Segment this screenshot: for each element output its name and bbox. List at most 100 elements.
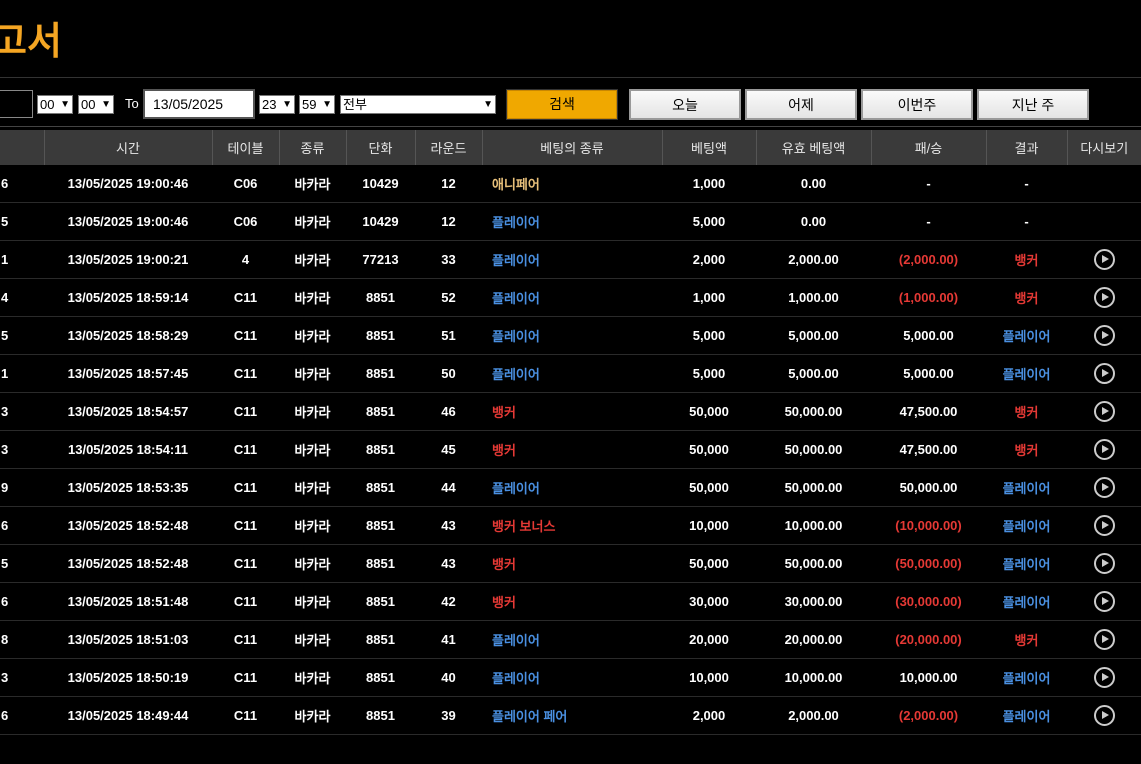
row-id-cell: 6 <box>0 582 44 621</box>
round-cell: 46 <box>415 392 482 431</box>
round-cell: 51 <box>415 316 482 355</box>
table-cell: C11 <box>212 582 279 621</box>
table-header-row: 시간 테이블 종류 단화 라운드 베팅의 종류 베팅액 유효 베팅액 패/승 결… <box>0 130 1141 165</box>
from-hour-value: 00 <box>40 97 55 112</box>
round-cell: 43 <box>415 544 482 583</box>
replay-cell[interactable] <box>1067 620 1141 659</box>
bet-amount-cell: 2,000 <box>662 240 756 279</box>
game-type-cell: 바카라 <box>279 468 346 507</box>
time-cell: 13/05/2025 18:59:14 <box>44 278 212 317</box>
bet-amount-cell: 1,000 <box>662 278 756 317</box>
round-cell: 12 <box>415 202 482 241</box>
row-id-cell: 3 <box>0 392 44 431</box>
replay-cell[interactable] <box>1067 316 1141 355</box>
bet-amount-cell: 30,000 <box>662 582 756 621</box>
win-loss-cell: (1,000.00) <box>871 278 986 317</box>
play-icon[interactable] <box>1093 553 1115 574</box>
to-hour-select[interactable]: 23 ▼ <box>259 95 295 114</box>
valid-bet-cell: 50,000.00 <box>756 544 871 583</box>
table-cell: C06 <box>212 202 279 241</box>
table-row: 3 13/05/2025 18:54:11 C11 바카라 8851 45 뱅커 50,000… <box>0 430 1141 469</box>
replay-cell[interactable] <box>1067 658 1141 697</box>
table-row: 6 13/05/2025 18:49:44 C11 바카라 8851 39 플레이어 페어 2… <box>0 696 1141 735</box>
game-type-cell: 바카라 <box>279 165 346 203</box>
row-id-cell: 6 <box>0 696 44 735</box>
from-date-input[interactable] <box>0 90 33 118</box>
bet-type-cell: 플레이어 <box>482 202 662 241</box>
time-cell: 13/05/2025 18:52:48 <box>44 506 212 545</box>
to-date-input[interactable]: 13/05/2025 <box>143 89 255 119</box>
replay-cell[interactable] <box>1067 468 1141 507</box>
result-cell: 뱅커 <box>986 392 1067 431</box>
from-minute-select[interactable]: 00 ▼ <box>78 95 114 114</box>
last-week-button[interactable]: 지난 주 <box>977 89 1089 120</box>
play-icon[interactable] <box>1093 667 1115 688</box>
result-cell: - <box>986 165 1067 203</box>
time-cell: 13/05/2025 18:53:35 <box>44 468 212 507</box>
replay-cell[interactable] <box>1067 240 1141 279</box>
replay-cell[interactable] <box>1067 354 1141 393</box>
shoe-cell: 8851 <box>346 354 415 393</box>
bet-amount-cell: 1,000 <box>662 165 756 203</box>
table-row: 3 13/05/2025 18:50:19 C11 바카라 8851 40 플레이어 10,0… <box>0 658 1141 697</box>
replay-cell[interactable] <box>1067 278 1141 317</box>
play-icon[interactable] <box>1093 287 1115 308</box>
table-cell: 4 <box>212 240 279 279</box>
row-id-cell: 4 <box>0 278 44 317</box>
divider <box>0 126 1141 127</box>
win-loss-cell: 47,500.00 <box>871 430 986 469</box>
shoe-cell: 8851 <box>346 506 415 545</box>
play-icon[interactable] <box>1093 401 1115 422</box>
bet-type-cell: 플레이어 <box>482 240 662 279</box>
result-cell: 뱅커 <box>986 430 1067 469</box>
time-cell: 13/05/2025 18:57:45 <box>44 354 212 393</box>
replay-cell[interactable] <box>1067 506 1141 545</box>
table-row: 9 13/05/2025 18:53:35 C11 바카라 8851 44 플레이어 50,0… <box>0 468 1141 507</box>
round-cell: 40 <box>415 658 482 697</box>
today-button[interactable]: 오늘 <box>629 89 741 120</box>
play-icon[interactable] <box>1093 477 1115 498</box>
shoe-cell: 10429 <box>346 202 415 241</box>
time-cell: 13/05/2025 19:00:46 <box>44 202 212 241</box>
play-icon[interactable] <box>1093 325 1115 346</box>
this-week-button[interactable]: 이번주 <box>861 89 973 120</box>
bet-history-table: 시간 테이블 종류 단화 라운드 베팅의 종류 베팅액 유효 베팅액 패/승 결… <box>0 130 1141 735</box>
time-cell: 13/05/2025 18:50:19 <box>44 658 212 697</box>
bet-type-cell: 뱅커 보너스 <box>482 506 662 545</box>
play-icon[interactable] <box>1093 439 1115 460</box>
replay-cell[interactable] <box>1067 392 1141 431</box>
table-body: 6 13/05/2025 19:00:46 C06 바카라 10429 12 애니페어 1,0… <box>0 165 1141 735</box>
bet-amount-cell: 5,000 <box>662 202 756 241</box>
category-select[interactable]: 전부 ▼ <box>340 95 496 114</box>
replay-cell[interactable] <box>1067 582 1141 621</box>
bet-type-cell: 애니페어 <box>482 165 662 203</box>
replay-cell[interactable] <box>1067 430 1141 469</box>
table-row: 6 13/05/2025 18:52:48 C11 바카라 8851 43 뱅커 보너스 10… <box>0 506 1141 545</box>
from-hour-select[interactable]: 00 ▼ <box>37 95 73 114</box>
bet-type-cell: 플레이어 페어 <box>482 696 662 735</box>
table-row: 6 13/05/2025 18:51:48 C11 바카라 8851 42 뱅커 30,000… <box>0 582 1141 621</box>
table-cell: C11 <box>212 658 279 697</box>
category-value: 전부 <box>343 97 367 112</box>
game-type-cell: 바카라 <box>279 658 346 697</box>
chevron-down-icon: ▼ <box>60 99 70 110</box>
replay-cell[interactable] <box>1067 696 1141 735</box>
row-id-cell: 3 <box>0 430 44 469</box>
yesterday-button[interactable]: 어제 <box>745 89 857 120</box>
round-cell: 12 <box>415 165 482 203</box>
search-button[interactable]: 검색 <box>506 89 618 120</box>
bet-amount-cell: 50,000 <box>662 468 756 507</box>
time-cell: 13/05/2025 18:54:57 <box>44 392 212 431</box>
col-header-bet-amount: 베팅액 <box>661 130 756 165</box>
play-icon[interactable] <box>1093 515 1115 536</box>
replay-cell[interactable] <box>1067 544 1141 583</box>
play-icon[interactable] <box>1093 249 1115 270</box>
play-icon[interactable] <box>1093 363 1115 384</box>
table-cell: C11 <box>212 354 279 393</box>
play-icon[interactable] <box>1093 591 1115 612</box>
play-icon[interactable] <box>1093 629 1115 650</box>
bet-type-cell: 플레이어 <box>482 658 662 697</box>
play-icon[interactable] <box>1093 705 1115 726</box>
time-cell: 13/05/2025 18:52:48 <box>44 544 212 583</box>
to-minute-select[interactable]: 59 ▼ <box>299 95 335 114</box>
